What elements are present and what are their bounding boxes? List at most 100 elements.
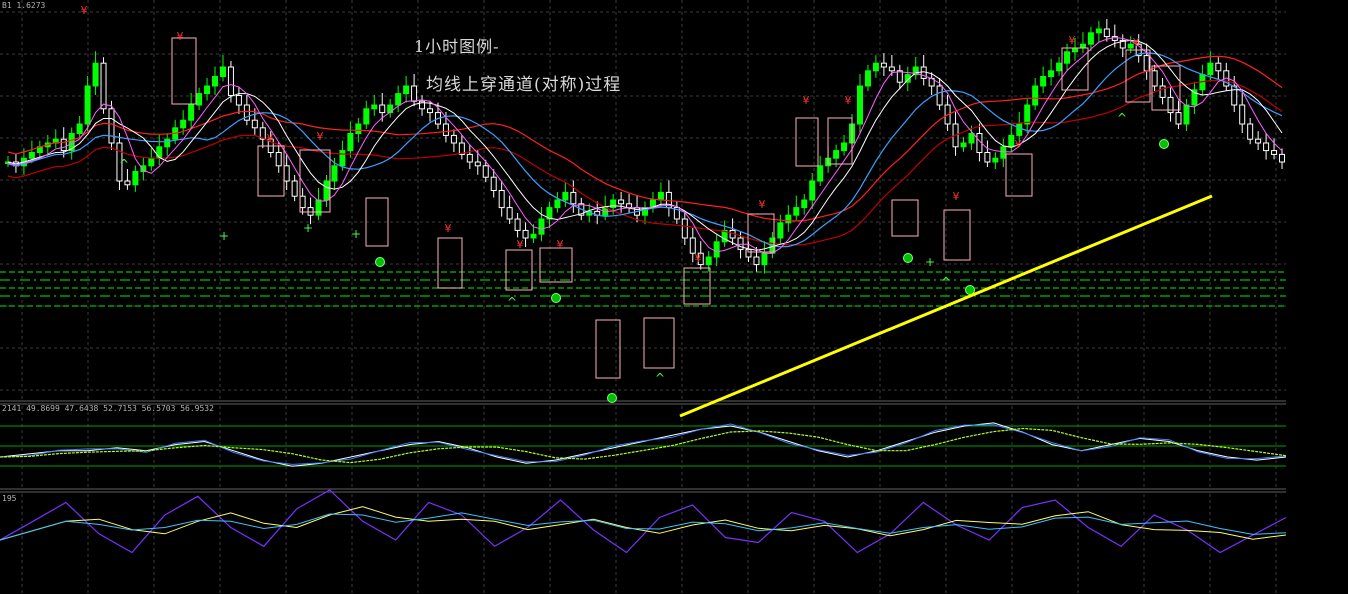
sell-signal-marker: ¥	[445, 222, 452, 235]
candle-body	[482, 165, 489, 178]
osc1-line-white	[0, 422, 1287, 467]
candle-body	[299, 195, 306, 209]
candle-body	[355, 123, 362, 134]
candle-body	[108, 108, 115, 144]
signal-box	[505, 249, 533, 291]
chart-root: ¥ ¥ ¥ ¥ ¥ ¥ ¥ ¥ ¥ ¥ ¥ ¥ ¥ ¥ ¥ ^ ^ ^ ^ ^ + + + + B1 1.6273 2141 …	[0, 0, 1348, 594]
candle-body	[705, 256, 712, 266]
candle-body	[28, 152, 35, 159]
candle-body	[1008, 134, 1015, 148]
plus-marker: +	[303, 221, 313, 235]
candle-body	[188, 104, 195, 121]
candle-body	[984, 152, 991, 163]
candle-body	[1279, 153, 1286, 163]
candle-body	[347, 133, 354, 152]
candle-body	[936, 85, 943, 106]
sell-signal-marker: ¥	[1133, 36, 1140, 49]
osc2-line-cyan	[0, 512, 1287, 541]
signal-box	[891, 199, 919, 237]
candle-body	[490, 176, 497, 191]
candle-body	[1175, 112, 1182, 125]
candle-body	[466, 153, 473, 163]
candle-body	[785, 214, 792, 224]
candle-body	[235, 95, 242, 106]
buy-signal-marker	[903, 253, 913, 263]
candle-body	[538, 218, 545, 235]
osc2-readout: 195	[2, 494, 17, 503]
sell-signal-marker: ¥	[267, 132, 274, 145]
candle-body	[204, 85, 211, 95]
signal-box	[943, 209, 971, 261]
candle-body	[1016, 123, 1023, 136]
candle-body	[872, 62, 879, 72]
osc1-line-blue	[0, 423, 1287, 465]
candle-body	[1040, 76, 1047, 87]
buy-signal-marker	[607, 393, 617, 403]
candle-body	[291, 180, 298, 197]
candle-body	[227, 66, 234, 96]
sell-signal-marker: ¥	[695, 252, 702, 265]
candle-body	[450, 134, 457, 144]
candle-body	[809, 180, 816, 201]
candle-body	[180, 119, 187, 129]
candle-body	[657, 191, 664, 201]
plus-marker: +	[925, 255, 935, 269]
main-readout: B1 1.6273	[2, 1, 46, 10]
sell-signal-marker: ¥	[517, 238, 524, 251]
candle-body	[1103, 28, 1110, 38]
candle-body	[1183, 104, 1190, 125]
arrow-marker: ^	[655, 371, 665, 385]
candle-body	[498, 190, 505, 209]
candle-body	[1263, 142, 1270, 152]
candle-body	[793, 207, 800, 216]
candle-body	[84, 85, 91, 125]
candle-body	[745, 248, 752, 258]
candle-body	[411, 85, 418, 102]
candle-body	[148, 157, 155, 167]
candle-body	[100, 62, 107, 110]
sell-signal-marker: ¥	[803, 94, 810, 107]
arrow-marker: ^	[1117, 111, 1127, 125]
candle-body	[275, 152, 282, 167]
sell-signal-marker: ¥	[557, 238, 564, 251]
candle-body	[474, 161, 481, 167]
candle-body	[323, 180, 330, 201]
sell-signal-marker: ¥	[759, 198, 766, 211]
signal-box	[1005, 153, 1033, 197]
candle-body	[753, 256, 760, 266]
candle-body	[880, 62, 887, 68]
candle-body	[856, 85, 863, 125]
signal-box	[683, 267, 711, 305]
sell-signal-marker: ¥	[1015, 138, 1022, 151]
candle-body	[737, 237, 744, 250]
candle-body	[713, 241, 720, 258]
signal-box	[171, 37, 197, 105]
candle-body	[896, 70, 903, 83]
signal-box	[643, 317, 675, 369]
candle-body	[1247, 123, 1254, 140]
candle-body	[968, 133, 975, 144]
candle-body	[156, 146, 163, 159]
sell-signal-marker: ¥	[1069, 34, 1076, 47]
candle-body	[1207, 62, 1214, 76]
candle-body	[403, 85, 410, 95]
candle-body	[371, 104, 378, 110]
candle-body	[554, 199, 561, 209]
candle-body	[1239, 104, 1246, 125]
candle-body	[817, 165, 824, 182]
candle-body	[251, 119, 258, 129]
candle-body	[777, 222, 784, 239]
arrow-marker: ^	[941, 275, 951, 289]
candle-body	[196, 93, 203, 106]
candle-body	[801, 199, 808, 209]
plus-marker: +	[351, 227, 361, 241]
candle-body	[315, 199, 322, 216]
candle-body	[864, 70, 871, 87]
signal-box	[539, 247, 573, 283]
candle-body	[442, 123, 449, 136]
signal-box	[827, 117, 853, 165]
price-chart-svg: ¥ ¥ ¥ ¥ ¥ ¥ ¥ ¥ ¥ ¥ ¥ ¥ ¥ ¥ ¥ ^ ^ ^ ^ ^ + + + +	[0, 0, 1287, 594]
buy-signal-marker	[375, 257, 385, 267]
candle-body	[1048, 70, 1055, 78]
candle-body	[1064, 51, 1071, 64]
